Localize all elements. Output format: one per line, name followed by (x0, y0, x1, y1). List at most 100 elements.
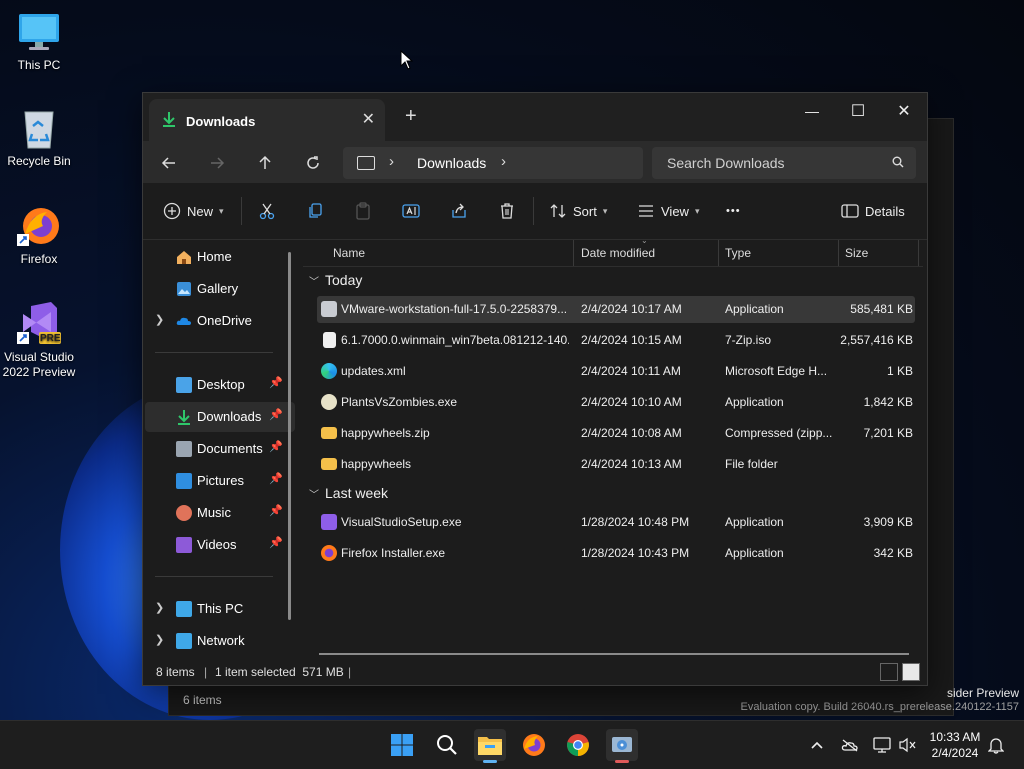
taskbar-file-explorer[interactable] (474, 729, 506, 763)
pin-icon[interactable]: 📌 (269, 408, 283, 421)
chevron-right-icon[interactable]: ❯ (155, 313, 164, 326)
cut-button[interactable] (258, 199, 276, 223)
file-row[interactable]: Firefox Installer.exe 1/28/2024 10:43 PM… (317, 540, 915, 567)
file-row[interactable]: VisualStudioSetup.exe 1/28/2024 10:48 PM… (317, 509, 915, 536)
sidebar-item-home[interactable]: Home (145, 242, 295, 272)
large-icons-view-toggle[interactable] (902, 663, 920, 681)
file-row[interactable]: happywheels 2/4/2024 10:13 AM File folde… (317, 451, 915, 478)
start-button[interactable] (386, 729, 418, 761)
sidebar-divider (155, 352, 273, 353)
show-hidden-icons-button[interactable] (807, 735, 827, 755)
sidebar-item-onedrive[interactable]: ❯ OneDrive (145, 306, 295, 336)
column-divider[interactable] (838, 240, 839, 266)
group-header-today[interactable]: ﹀ Today (309, 272, 362, 288)
view-button[interactable]: View ▾ (637, 199, 699, 223)
pin-icon[interactable]: 📌 (269, 536, 283, 549)
file-row[interactable]: 6.1.7000.0.winmain_win7beta.081212-140..… (317, 327, 915, 354)
search-button[interactable] (431, 729, 463, 761)
file-explorer-window[interactable]: Downloads ✕ + — ☐ ✕ › Downloads › Search… (142, 92, 928, 686)
chevron-down-icon: ﹀ (309, 490, 319, 501)
sidebar-item-downloads[interactable]: Downloads 📌 (145, 402, 295, 432)
sidebar-item-videos[interactable]: Videos 📌 (145, 530, 295, 560)
this-pc-icon[interactable] (357, 156, 375, 170)
new-button[interactable]: New ▾ (163, 199, 224, 223)
tab-downloads[interactable]: Downloads ✕ (149, 99, 385, 141)
taskbar-firefox[interactable] (518, 729, 550, 761)
column-header-date[interactable]: Date modified (581, 246, 655, 260)
sort-button[interactable]: Sort ▾ (549, 199, 607, 223)
search-box[interactable]: Search Downloads (652, 147, 916, 179)
paste-button[interactable] (354, 199, 372, 223)
file-row[interactable]: happywheels.zip 2/4/2024 10:08 AM Compre… (317, 420, 915, 447)
notifications-bell-icon[interactable] (986, 735, 1006, 755)
forward-button[interactable] (205, 151, 229, 175)
file-row[interactable]: updates.xml 2/4/2024 10:11 AM Microsoft … (317, 358, 915, 385)
horizontal-scrollbar[interactable] (319, 653, 909, 655)
breadcrumb[interactable]: › Downloads › (343, 147, 643, 179)
volume-muted-icon[interactable] (898, 735, 918, 755)
refresh-button[interactable] (301, 151, 325, 175)
copy-button[interactable] (306, 199, 324, 223)
file-row[interactable]: VMware-workstation-full-17.5.0-2258379..… (317, 296, 915, 323)
network-icon[interactable] (872, 735, 892, 755)
sidebar-item-network[interactable]: ❯ Network (145, 626, 295, 656)
desktop-icon-recycle-bin[interactable]: Recycle Bin (1, 106, 77, 169)
column-header-name[interactable]: Name (333, 246, 365, 260)
minimize-button[interactable]: — (789, 97, 835, 125)
sidebar-item-documents[interactable]: Documents 📌 (145, 434, 295, 464)
chevron-right-icon[interactable]: › (501, 153, 506, 170)
file-name: happywheels.zip (341, 426, 430, 440)
delete-button[interactable] (498, 199, 516, 223)
column-divider[interactable] (918, 240, 919, 266)
sidebar-item-music[interactable]: Music 📌 (145, 498, 295, 528)
onedrive-offline-icon[interactable] (840, 735, 860, 755)
column-divider[interactable] (718, 240, 719, 266)
taskbar-disc-image-app[interactable] (606, 729, 638, 763)
sidebar-item-gallery[interactable]: Gallery (145, 274, 295, 304)
trash-icon (501, 203, 513, 219)
desktop-icon-visual-studio[interactable]: PRE Visual Studio 2022 Preview (1, 302, 77, 380)
sidebar-divider (155, 576, 273, 577)
pin-icon[interactable]: 📌 (269, 504, 283, 517)
close-window-button[interactable]: ✕ (881, 97, 927, 125)
file-row[interactable]: PlantsVsZombies.exe 2/4/2024 10:10 AM Ap… (317, 389, 915, 416)
running-indicator (483, 760, 497, 763)
pin-icon[interactable]: 📌 (269, 472, 283, 485)
share-button[interactable] (450, 199, 468, 223)
clipboard-icon (356, 202, 370, 220)
rename-icon (402, 204, 420, 218)
file-date: 1/28/2024 10:48 PM (581, 515, 690, 529)
nav-scrollbar[interactable] (288, 252, 291, 620)
search-input[interactable]: Search Downloads (667, 155, 785, 171)
desktop-icon-firefox[interactable]: Firefox (1, 204, 77, 267)
sidebar-item-pictures[interactable]: Pictures 📌 (145, 466, 295, 496)
chevron-right-icon[interactable]: › (389, 153, 394, 170)
sidebar-item-desktop[interactable]: Desktop 📌 (145, 370, 295, 400)
new-tab-button[interactable]: + (405, 105, 417, 128)
details-view-toggle[interactable] (880, 663, 898, 681)
close-tab-button[interactable]: ✕ (362, 109, 375, 129)
taskbar-chrome[interactable] (562, 729, 594, 761)
column-header-type[interactable]: Type (725, 246, 751, 260)
sidebar-item-label: Network (197, 633, 245, 648)
chevron-right-icon[interactable]: ❯ (155, 633, 164, 646)
title-bar[interactable]: Downloads ✕ + — ☐ ✕ (143, 93, 927, 141)
pin-icon[interactable]: 📌 (269, 376, 283, 389)
maximize-button[interactable]: ☐ (835, 97, 881, 125)
column-header-size[interactable]: Size (845, 246, 868, 260)
details-pane-button[interactable]: Details (841, 199, 905, 223)
column-divider[interactable] (573, 240, 574, 266)
more-options-button[interactable]: ••• (726, 199, 741, 223)
sidebar-item-this-pc[interactable]: ❯ This PC (145, 594, 295, 624)
back-button[interactable] (157, 151, 181, 175)
pin-icon[interactable]: 📌 (269, 440, 283, 453)
breadcrumb-item-downloads[interactable]: Downloads (417, 155, 486, 171)
plants-vs-zombies-icon (321, 394, 337, 410)
rename-button[interactable] (402, 199, 420, 223)
group-header-last-week[interactable]: ﹀ Last week (309, 485, 388, 501)
chevron-right-icon[interactable]: ❯ (155, 601, 164, 614)
up-button[interactable] (253, 151, 277, 175)
desktop-icon-this-pc[interactable]: This PC (1, 10, 77, 73)
system-clock[interactable]: 10:33 AM 2/4/2024 (922, 729, 988, 761)
videos-icon (176, 537, 192, 553)
